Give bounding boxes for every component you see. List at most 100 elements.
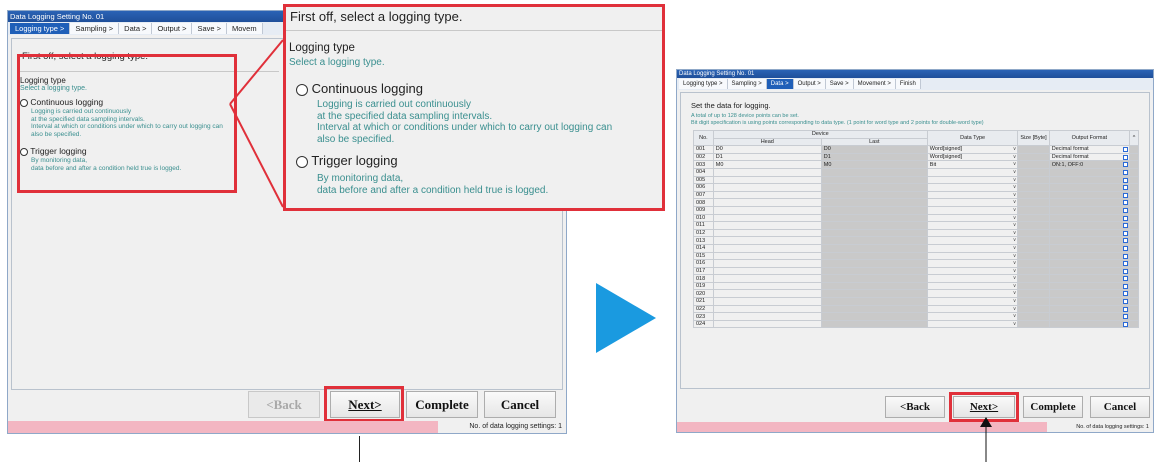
data-type-cell[interactable]: ∨ [926,198,1019,207]
table-row[interactable]: 014 ∨ [693,243,1139,253]
size-cell[interactable] [1017,243,1050,253]
scrollbar-cell[interactable] [1129,198,1139,207]
checkbox-icon[interactable] [1123,230,1129,236]
cancel-button[interactable]: Cancel [1090,396,1150,418]
checkbox-icon[interactable] [1123,321,1129,327]
scrollbar-cell[interactable] [1129,243,1139,253]
table-row[interactable]: 015 ∨ [693,251,1139,261]
tab-item[interactable]: Output > [152,23,193,34]
output-format-cell[interactable] [1048,312,1131,321]
table-row[interactable]: 018 ∨ [693,274,1139,283]
scrollbar-cell[interactable] [1129,274,1139,283]
data-type-cell[interactable]: Bit ∨ [926,160,1019,169]
table-row[interactable]: 011 ∨ [693,221,1139,230]
head-cell[interactable] [712,319,822,329]
scrollbar-cell[interactable] [1129,228,1139,238]
output-format-cell[interactable] [1048,304,1131,314]
data-type-cell[interactable]: Word[signed] ∨ [926,152,1019,162]
data-type-cell[interactable]: ∨ [926,205,1019,215]
complete-button[interactable]: Complete [1023,396,1083,418]
checkbox-icon[interactable] [1123,238,1129,244]
table-row[interactable]: 001 D0 D0 Word[signed] ∨ Decimal format [693,145,1139,154]
size-cell[interactable] [1017,274,1050,283]
last-cell[interactable] [820,319,928,329]
last-cell[interactable] [820,228,928,238]
size-cell[interactable] [1017,312,1050,321]
tab-item[interactable]: Sampling > [70,23,120,34]
data-type-cell[interactable]: ∨ [926,281,1019,291]
last-cell[interactable] [820,274,928,283]
table-row[interactable]: 008 ∨ [693,198,1139,207]
last-cell[interactable] [820,221,928,230]
scrollbar-cell[interactable] [1129,251,1139,261]
scrollbar-cell[interactable] [1129,152,1139,162]
scrollbar-cell[interactable] [1129,145,1139,154]
scrollbar-cell[interactable] [1129,304,1139,314]
scrollbar-cell[interactable] [1129,205,1139,215]
cancel-button[interactable]: Cancel [484,391,556,418]
last-cell[interactable] [820,198,928,207]
last-cell[interactable] [820,175,928,185]
tab-item[interactable]: Logging type > [10,23,71,34]
table-row[interactable]: 016 ∨ [693,259,1139,268]
output-format-cell[interactable] [1048,236,1131,245]
checkbox-icon[interactable] [1123,261,1129,267]
head-cell[interactable] [712,274,822,283]
head-cell[interactable]: D0 [712,145,822,154]
chevron-down-icon[interactable]: ∨ [1013,223,1017,229]
size-cell[interactable] [1017,175,1050,185]
chevron-down-icon[interactable]: ∨ [1013,162,1017,168]
head-cell[interactable] [712,312,822,321]
head-cell[interactable] [712,251,822,261]
checkbox-icon[interactable] [1123,306,1129,312]
checkbox-icon[interactable] [1123,192,1129,198]
head-cell[interactable] [712,243,822,253]
zoom-continuous-radio[interactable]: Continuous logging [296,81,423,96]
checkbox-icon[interactable] [1123,154,1129,160]
head-cell[interactable] [712,198,822,207]
table-row[interactable]: 023 ∨ [693,312,1139,321]
data-type-cell[interactable]: ∨ [926,190,1019,200]
head-cell[interactable] [712,167,822,177]
back-button[interactable]: <Back [248,391,320,418]
last-cell[interactable]: D1 [820,152,928,162]
size-cell[interactable] [1017,281,1050,291]
chevron-down-icon[interactable]: ∨ [1013,215,1017,221]
table-row[interactable]: 017 ∨ [693,266,1139,276]
size-cell[interactable] [1017,198,1050,207]
output-format-cell[interactable] [1048,266,1131,276]
table-row[interactable]: 020 ∨ [693,289,1139,299]
output-format-cell[interactable] [1048,175,1131,185]
chevron-down-icon[interactable]: ∨ [1013,276,1017,282]
checkbox-icon[interactable] [1123,299,1129,305]
data-type-cell[interactable]: ∨ [926,183,1019,192]
last-cell[interactable]: M0 [820,160,928,169]
size-cell[interactable] [1017,190,1050,200]
table-row[interactable]: 002 D1 D1 Word[signed] ∨ Decimal format [693,152,1139,162]
table-row[interactable]: 004 ∨ [693,167,1139,177]
output-format-cell[interactable] [1048,228,1131,238]
table-row[interactable]: 013 ∨ [693,236,1139,245]
head-cell[interactable] [712,175,822,185]
output-format-cell[interactable] [1048,289,1131,299]
checkbox-icon[interactable] [1123,207,1129,213]
checkbox-icon[interactable] [1123,162,1129,168]
chevron-down-icon[interactable]: ∨ [1013,299,1017,305]
tab-item[interactable]: Movem [227,23,263,34]
data-type-cell[interactable]: ∨ [926,274,1019,283]
scroll-up-icon[interactable]: ^ [1129,129,1139,147]
output-format-cell[interactable] [1048,198,1131,207]
chevron-down-icon[interactable]: ∨ [1013,245,1017,251]
tab-item[interactable]: Sampling > [727,79,767,89]
checkbox-icon[interactable] [1123,169,1129,175]
table-row[interactable]: 021 ∨ [693,297,1139,306]
scrollbar-cell[interactable] [1129,190,1139,200]
size-cell[interactable] [1017,160,1050,169]
table-row[interactable]: 005 ∨ [693,175,1139,185]
head-cell[interactable]: M0 [712,160,822,169]
scrollbar-cell[interactable] [1129,289,1139,299]
data-type-cell[interactable]: ∨ [926,259,1019,268]
chevron-down-icon[interactable]: ∨ [1013,169,1017,175]
head-cell[interactable] [712,221,822,230]
size-cell[interactable] [1017,266,1050,276]
